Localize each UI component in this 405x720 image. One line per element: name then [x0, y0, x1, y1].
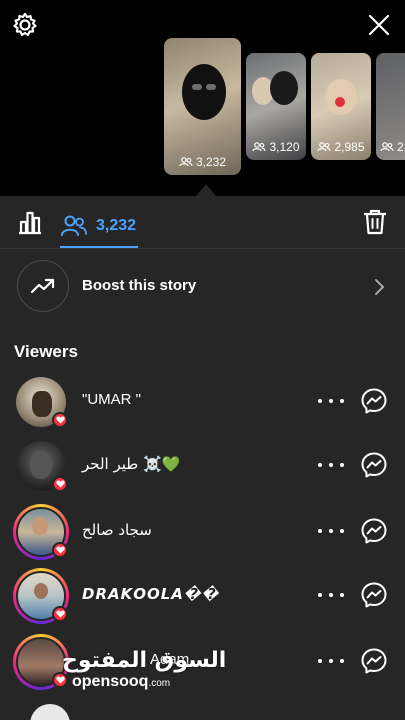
viewers-heading: Viewers: [14, 342, 78, 361]
messenger-icon[interactable]: [360, 451, 388, 479]
viewer-username[interactable]: سجاد صالح: [82, 521, 152, 539]
story-views-count: 2,: [376, 140, 405, 154]
messenger-icon[interactable]: [360, 581, 388, 609]
heart-like-icon: [52, 412, 68, 428]
viewer-username[interactable]: 𝘿𝙍𝘼𝙆𝙊𝙊𝙇𝘼��: [82, 585, 219, 604]
boost-icon-circle: [17, 260, 69, 312]
heart-like-icon: [52, 542, 68, 558]
people-icon: [179, 157, 193, 167]
messenger-icon[interactable]: [360, 387, 388, 415]
viewers-sheet: 3,232 Boost this story Viewers "UMAR " ط…: [0, 196, 405, 720]
viewers-count: 3,232: [96, 217, 137, 234]
watermark: السوق المفتوح opensooq.com: [62, 648, 226, 691]
more-options-icon[interactable]: [318, 588, 344, 602]
sheet-tabs: 3,232: [0, 196, 405, 248]
more-options-icon[interactable]: [318, 458, 344, 472]
boost-story-button[interactable]: Boost this story: [0, 260, 405, 314]
story-strip: 3,232 3,120 2,985 2,: [0, 0, 405, 196]
watermark-latin: opensooq.com: [72, 673, 171, 690]
trending-up-icon: [30, 278, 55, 294]
insights-chart-icon[interactable]: [16, 208, 44, 236]
messenger-icon[interactable]: [360, 517, 388, 545]
close-icon[interactable]: [364, 10, 394, 40]
story-thumbnail-selected[interactable]: 3,232: [164, 38, 241, 175]
people-icon: [380, 142, 394, 152]
viewer-row[interactable]: سجاد صالح: [0, 502, 405, 566]
viewer-row[interactable]: "UMAR ": [0, 372, 405, 436]
story-views-count: 3,120: [246, 140, 306, 154]
people-icon: [61, 215, 87, 236]
more-options-icon[interactable]: [318, 394, 344, 408]
viewer-row[interactable]: 𝘿𝙍𝘼𝙆𝙊𝙊𝙇𝘼��: [0, 566, 405, 630]
story-views-count: 2,985: [311, 140, 371, 154]
boost-label: Boost this story: [82, 277, 197, 294]
watermark-arabic: السوق المفتوح: [62, 648, 227, 673]
story-thumbnail[interactable]: 2,985: [311, 53, 371, 160]
settings-gear-icon[interactable]: [10, 10, 40, 40]
people-icon: [252, 142, 267, 152]
more-options-icon[interactable]: [318, 524, 344, 538]
story-views-count: 3,232: [164, 155, 241, 169]
tab-viewers[interactable]: 3,232: [60, 206, 136, 246]
trash-icon[interactable]: [362, 208, 388, 236]
heart-like-icon: [52, 606, 68, 622]
chevron-right-icon: [370, 277, 388, 297]
selected-story-pointer: [196, 184, 216, 196]
divider: [0, 248, 405, 249]
story-thumbnail[interactable]: 3,120: [246, 53, 306, 160]
messenger-icon[interactable]: [360, 647, 388, 675]
more-options-icon[interactable]: [318, 654, 344, 668]
people-icon: [317, 142, 332, 152]
viewer-row[interactable]: طير الحر ☠️💚: [0, 436, 405, 500]
viewer-username[interactable]: "UMAR ": [82, 391, 141, 408]
story-thumbnail[interactable]: 2,: [376, 53, 405, 160]
viewer-username[interactable]: طير الحر ☠️💚: [82, 455, 180, 473]
heart-like-icon: [52, 476, 68, 492]
